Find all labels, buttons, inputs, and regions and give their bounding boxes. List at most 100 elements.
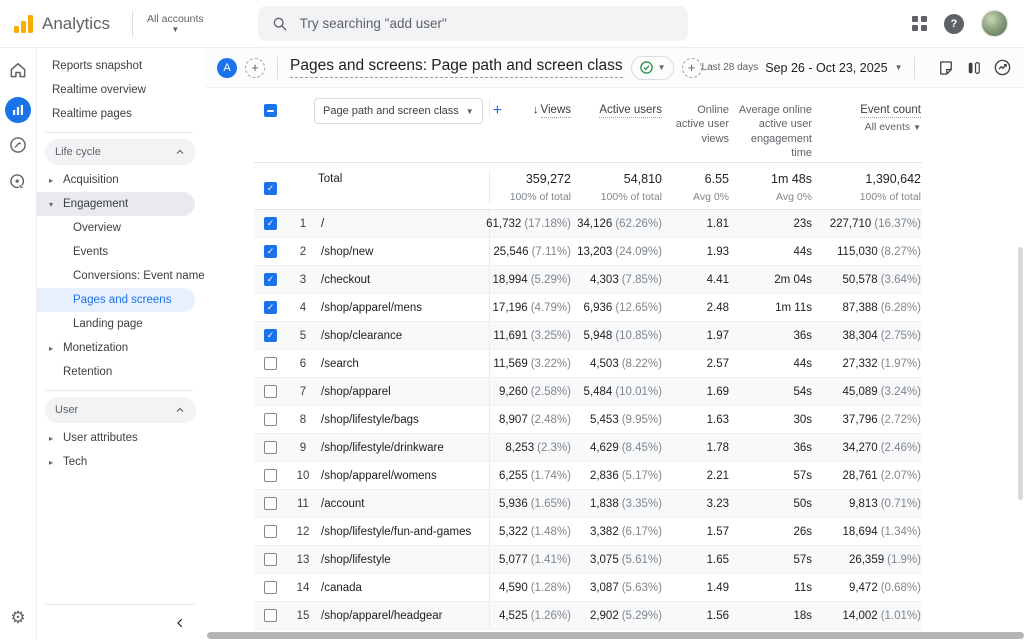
sidebar-item-acquisition[interactable]: ▸Acquisition xyxy=(37,168,205,192)
table-row[interactable]: 8 /shop/lifestyle/bags 8,907(2.48%) 5,45… xyxy=(254,406,922,434)
total-active-users: 54,810 xyxy=(624,172,662,186)
date-range-selector[interactable]: Last 28 days Sep 26 - Oct 23, 2025 ▼ xyxy=(702,61,903,75)
settings-gear-icon[interactable]: ⚙ xyxy=(10,609,25,626)
sidebar-item-user-attributes[interactable]: ▸User attributes xyxy=(37,426,205,450)
property-chip[interactable]: A xyxy=(217,58,237,78)
event-filter-dropdown[interactable]: All events ▼ xyxy=(820,121,921,135)
column-header-average-online-active-user-engagement-time[interactable]: Average online active user engagement ti… xyxy=(729,98,812,160)
analytics-logo-icon xyxy=(14,15,33,33)
row-checkbox[interactable] xyxy=(264,581,277,594)
dimension-selector[interactable]: Page path and screen class ▼ xyxy=(314,98,483,124)
row-checkbox[interactable] xyxy=(264,385,277,398)
report-status-pill[interactable]: ▼ xyxy=(631,56,674,80)
row-number: 11 xyxy=(288,490,318,517)
sidebar-item-monetization[interactable]: ▸Monetization xyxy=(37,336,205,360)
table-row[interactable]: ✓ 4 /shop/apparel/mens 17,196(4.79%) 6,9… xyxy=(254,294,922,322)
page-path: /shop/apparel/headgear xyxy=(318,602,489,629)
row-checkbox[interactable] xyxy=(264,413,277,426)
table-row[interactable]: 10 /shop/apparel/womens 6,255(1.74%) 2,8… xyxy=(254,462,922,490)
table-row[interactable]: ✓ 1 / 61,732(17.18%) 34,126(62.26%) 1.81… xyxy=(254,210,922,238)
row-checkbox[interactable] xyxy=(264,609,277,622)
sidebar-item-engagement[interactable]: ▾Engagement xyxy=(37,192,195,216)
table-row[interactable]: 6 /search 11,569(3.22%) 4,503(8.22%) 2.5… xyxy=(254,350,922,378)
sidebar-item-events[interactable]: Events xyxy=(37,240,205,264)
report-table: Page path and screen class ▼ + ↓ViewsAct… xyxy=(254,92,922,630)
total-online-active-user-views: 6.55 xyxy=(705,172,729,186)
column-header-active-users[interactable]: Active users xyxy=(571,98,662,118)
chevron-down-icon: ▼ xyxy=(658,63,666,72)
advertising-icon[interactable] xyxy=(8,172,28,197)
table-header: Page path and screen class ▼ + ↓ViewsAct… xyxy=(254,92,922,162)
row-checkbox[interactable]: ✓ xyxy=(264,245,277,258)
page-path: /shop/lifestyle/bags xyxy=(318,406,489,433)
sidebar-item-tech[interactable]: ▸Tech xyxy=(37,450,205,474)
table-row[interactable]: ✓ 2 /shop/new 25,546(7.11%) 13,203(24.09… xyxy=(254,238,922,266)
total-checkbox[interactable]: ✓ xyxy=(264,182,277,195)
table-row[interactable]: 12 /shop/lifestyle/fun-and-games 5,322(1… xyxy=(254,518,922,546)
divider xyxy=(277,57,278,79)
sidebar-item-label: Retention xyxy=(63,366,112,378)
table-row[interactable]: 13 /shop/lifestyle 5,077(1.41%) 3,075(5.… xyxy=(254,546,922,574)
sidebar-item-label: Conversions: Event name xyxy=(73,270,205,282)
add-report-button[interactable]: + xyxy=(682,58,702,78)
row-checkbox[interactable]: ✓ xyxy=(264,329,277,342)
row-number: 9 xyxy=(288,434,318,461)
row-checkbox[interactable] xyxy=(264,497,277,510)
collapse-icon[interactable] xyxy=(173,616,187,630)
row-checkbox[interactable]: ✓ xyxy=(264,273,277,286)
table-row[interactable]: 11 /account 5,936(1.65%) 1,838(3.35%) 3.… xyxy=(254,490,922,518)
row-checkbox[interactable]: ✓ xyxy=(264,301,277,314)
verified-icon xyxy=(639,60,654,75)
table-row[interactable]: ✓ 5 /shop/clearance 11,691(3.25%) 5,948(… xyxy=(254,322,922,350)
vertical-scrollbar[interactable] xyxy=(1018,247,1023,500)
table-row[interactable]: 14 /canada 4,590(1.28%) 3,087(5.63%) 1.4… xyxy=(254,574,922,602)
note-icon[interactable] xyxy=(937,59,955,77)
sidebar-item-realtime-overview[interactable]: Realtime overview xyxy=(37,78,205,102)
column-header-online-active-user-views[interactable]: Online active user views xyxy=(662,98,729,146)
user-avatar[interactable] xyxy=(981,10,1008,37)
help-icon[interactable]: ? xyxy=(944,14,964,34)
sidebar-divider xyxy=(45,132,193,133)
row-checkbox[interactable] xyxy=(264,525,277,538)
account-switcher[interactable]: All accounts ▼ xyxy=(147,13,204,34)
sidebar-item-overview[interactable]: Overview xyxy=(37,216,205,240)
horizontal-scrollbar[interactable] xyxy=(207,632,1024,639)
table-row[interactable]: 7 /shop/apparel 9,260(2.58%) 5,484(10.01… xyxy=(254,378,922,406)
reports-icon[interactable] xyxy=(5,97,31,123)
total-label: Total xyxy=(318,170,489,185)
insights-icon[interactable] xyxy=(993,58,1012,77)
sidebar-item-reports-snapshot[interactable]: Reports snapshot xyxy=(37,54,205,78)
row-checkbox[interactable] xyxy=(264,441,277,454)
sidebar-item-landing-page[interactable]: Landing page xyxy=(37,312,205,336)
sidebar-item-retention[interactable]: Retention xyxy=(37,360,205,384)
sidebar-item-pages-and-screens[interactable]: Pages and screens xyxy=(37,288,195,312)
sidebar-section-life-cycle[interactable]: Life cycle xyxy=(45,139,196,165)
row-checkbox[interactable] xyxy=(264,469,277,482)
explore-icon[interactable] xyxy=(8,135,28,160)
search-bar[interactable]: Try searching "add user" xyxy=(258,6,688,41)
column-header-views[interactable]: ↓Views xyxy=(489,98,571,118)
column-header-event-count[interactable]: Event countAll events ▼ xyxy=(812,98,921,135)
row-checkbox[interactable] xyxy=(264,357,277,370)
sidebar-item-realtime-pages[interactable]: Realtime pages xyxy=(37,102,205,126)
section-label: User xyxy=(55,404,78,416)
row-number: 3 xyxy=(288,266,318,293)
row-number: 7 xyxy=(288,378,318,405)
home-icon[interactable] xyxy=(8,60,28,85)
row-checkbox[interactable]: ✓ xyxy=(264,217,277,230)
search-placeholder: Try searching "add user" xyxy=(300,16,447,31)
select-all-checkbox[interactable] xyxy=(264,104,277,117)
row-number: 13 xyxy=(288,546,318,573)
add-comparison-button[interactable]: + xyxy=(245,58,265,78)
page-path: / xyxy=(318,210,489,237)
compare-icon[interactable] xyxy=(965,59,983,77)
table-row[interactable]: 15 /shop/apparel/headgear 4,525(1.26%) 2… xyxy=(254,602,922,630)
table-row[interactable]: 9 /shop/lifestyle/drinkware 8,253(2.3%) … xyxy=(254,434,922,462)
topbar: Analytics All accounts ▼ Try searching "… xyxy=(0,0,1024,48)
report-title[interactable]: Pages and screens: Page path and screen … xyxy=(290,57,623,78)
table-row[interactable]: ✓ 3 /checkout 18,994(5.29%) 4,303(7.85%)… xyxy=(254,266,922,294)
row-checkbox[interactable] xyxy=(264,553,277,566)
sidebar-item-conversions-event-name[interactable]: Conversions: Event name xyxy=(37,264,205,288)
sidebar-section-user[interactable]: User xyxy=(45,397,196,423)
apps-grid-icon[interactable] xyxy=(912,16,927,31)
